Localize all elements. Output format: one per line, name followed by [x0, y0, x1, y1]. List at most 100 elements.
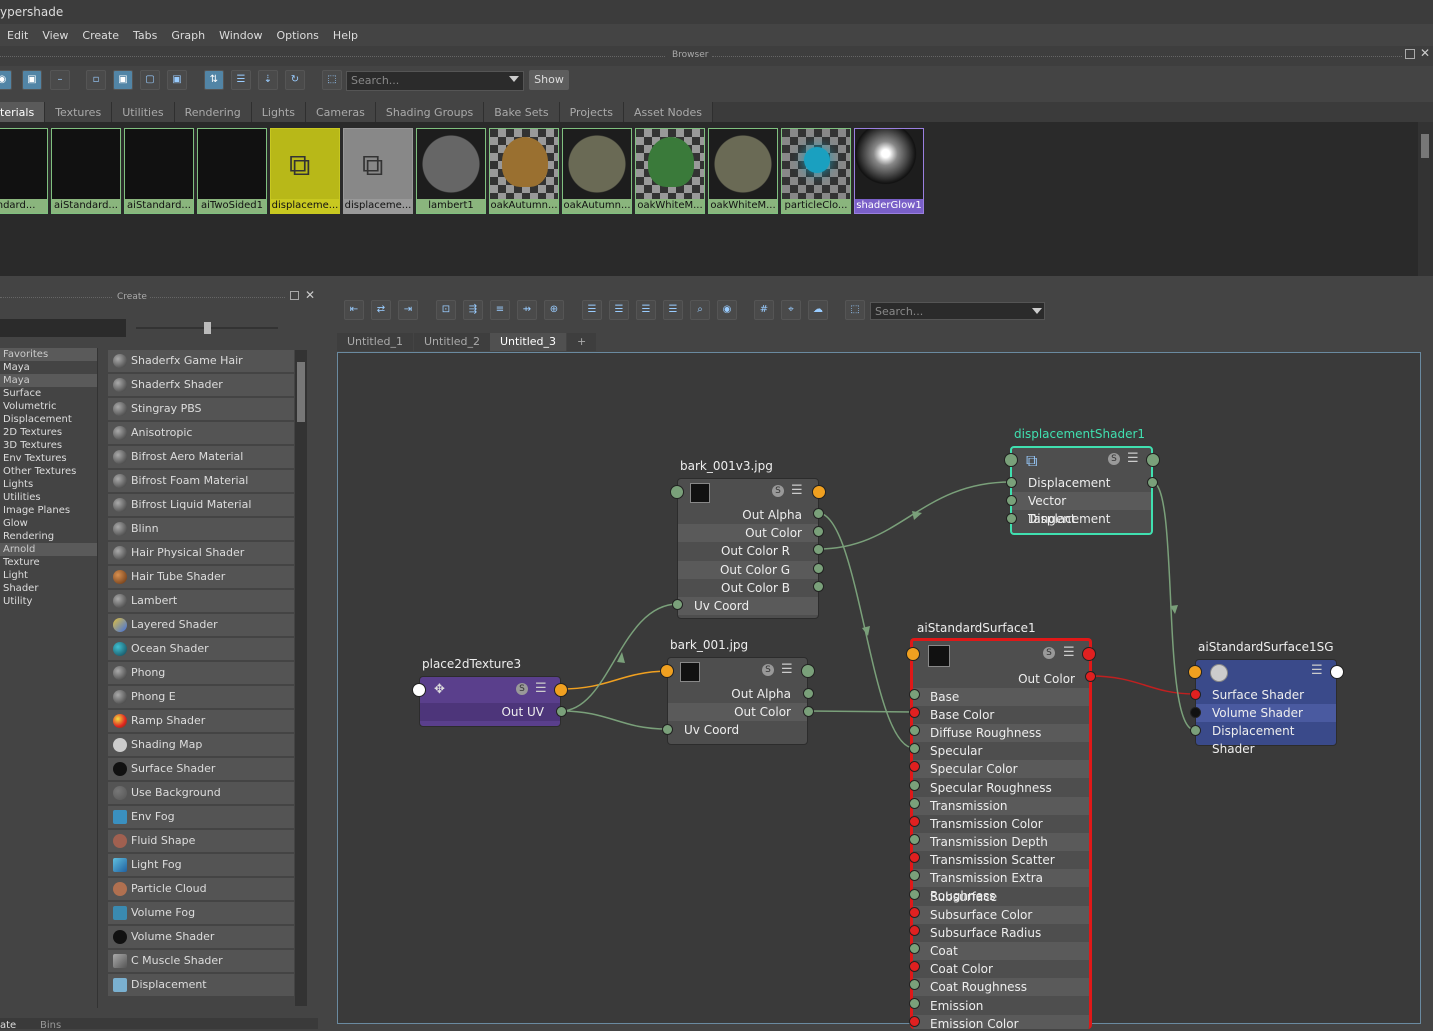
- port-row: Base: [913, 688, 1089, 706]
- port-row: Displacement: [1028, 476, 1111, 490]
- input-port[interactable]: [660, 664, 674, 678]
- port-row: Emission Color: [913, 1015, 1089, 1029]
- output-port[interactable]: [554, 683, 568, 697]
- port-row: Specular: [930, 744, 983, 758]
- attribute-menu-icon[interactable]: ☰: [791, 483, 803, 498]
- input-port[interactable]: [909, 925, 920, 936]
- port-row: Uv Coord: [678, 597, 818, 615]
- port-row: Coat Color: [930, 962, 993, 976]
- output-port[interactable]: [1146, 453, 1160, 467]
- shading-group-node[interactable]: ☰ Surface Shader Volume Shader Displacem…: [1195, 659, 1337, 756]
- input-port[interactable]: [909, 761, 920, 772]
- input-port[interactable]: [909, 689, 920, 700]
- solo-icon[interactable]: S: [1043, 647, 1055, 659]
- input-port[interactable]: [412, 683, 426, 697]
- output-port[interactable]: [813, 563, 824, 574]
- file-node-bark-001[interactable]: S ☰ Out Alpha Out Color Uv Coord: [667, 657, 808, 745]
- input-port[interactable]: [1190, 689, 1201, 700]
- attribute-menu-icon[interactable]: ☰: [781, 662, 793, 677]
- port-row: Displacement Shader: [1212, 724, 1295, 756]
- output-port[interactable]: [801, 664, 815, 678]
- input-port[interactable]: [909, 1016, 920, 1027]
- node-title: aiStandardSurface1SG: [1198, 640, 1334, 654]
- input-port[interactable]: [1006, 495, 1017, 506]
- node-title: aiStandardSurface1: [917, 621, 1036, 635]
- input-port[interactable]: [909, 707, 920, 718]
- port-row: Transmission Extra Roughness: [913, 869, 1089, 903]
- input-port[interactable]: [909, 834, 920, 845]
- texture-thumbnail-icon: [680, 662, 700, 682]
- input-port[interactable]: [1188, 665, 1202, 679]
- attribute-menu-icon[interactable]: ☰: [1063, 645, 1075, 660]
- displacement-shader-node[interactable]: ⧉ S ☰ Displacement Vector Displacement T…: [1010, 446, 1153, 535]
- input-port[interactable]: [1006, 477, 1017, 488]
- input-port[interactable]: [909, 979, 920, 990]
- port-row: Subsurface Color: [913, 906, 1089, 924]
- solo-icon[interactable]: S: [516, 683, 528, 695]
- input-port[interactable]: [1004, 453, 1018, 467]
- port-row: Out Alpha: [742, 508, 802, 522]
- port-row: Out Color: [1018, 672, 1075, 686]
- attribute-menu-icon[interactable]: ☰: [535, 681, 547, 696]
- port-row: Diffuse Roughness: [913, 724, 1089, 742]
- port-row: Out Color: [678, 524, 818, 542]
- node-title: bark_001.jpg: [670, 638, 749, 652]
- input-port[interactable]: [906, 647, 920, 661]
- output-port[interactable]: [1082, 647, 1096, 661]
- output-port[interactable]: [803, 706, 814, 717]
- input-port[interactable]: [909, 725, 920, 736]
- input-port[interactable]: [909, 943, 920, 954]
- port-row: Surface Shader: [1212, 688, 1305, 702]
- input-port[interactable]: [909, 961, 920, 972]
- port-row: Subsurface: [930, 890, 998, 904]
- input-port[interactable]: [909, 889, 920, 900]
- output-port[interactable]: [556, 706, 567, 717]
- port-row: Vector Displacement: [1012, 492, 1151, 526]
- input-port[interactable]: [1190, 707, 1201, 718]
- input-port[interactable]: [1190, 725, 1201, 736]
- output-port[interactable]: [813, 581, 824, 592]
- ai-standard-surface-node[interactable]: S ☰ Out Color Base Base Color Diffuse Ro…: [910, 638, 1092, 1029]
- port-row: Transmission Scatter: [930, 853, 1055, 867]
- input-port[interactable]: [909, 798, 920, 809]
- input-port[interactable]: [909, 870, 920, 881]
- output-port[interactable]: [1330, 665, 1344, 679]
- port-row: Out Color: [668, 703, 807, 721]
- node-title: bark_001v3.jpg: [680, 459, 773, 473]
- file-node-bark-001v3[interactable]: S ☰ Out Alpha Out Color Out Color R Out …: [677, 478, 819, 619]
- port-row: Coat Roughness: [913, 978, 1089, 996]
- input-port[interactable]: [909, 780, 920, 791]
- place2d-texture-node[interactable]: ✥ S ☰ Out UV: [419, 676, 561, 727]
- output-port[interactable]: [813, 526, 824, 537]
- port-row: Coat: [913, 942, 1089, 960]
- output-port[interactable]: [813, 544, 824, 555]
- node-title: place2dTexture3: [422, 657, 522, 671]
- displacement-icon: ⧉: [1026, 451, 1038, 470]
- port-row: Specular Roughness: [930, 781, 1052, 795]
- attribute-menu-icon[interactable]: ☰: [1311, 663, 1323, 678]
- port-row: Out UV: [420, 703, 560, 721]
- solo-icon[interactable]: S: [1108, 453, 1120, 465]
- solo-icon[interactable]: S: [762, 664, 774, 676]
- input-port[interactable]: [909, 816, 920, 827]
- place2d-icon: ✥: [434, 682, 445, 697]
- port-row: Base Color: [930, 708, 995, 722]
- solo-icon[interactable]: S: [772, 485, 784, 497]
- input-port[interactable]: [662, 724, 673, 735]
- input-port[interactable]: [909, 852, 920, 863]
- shading-group-icon: [1210, 664, 1228, 682]
- input-port[interactable]: [909, 998, 920, 1009]
- output-port[interactable]: [813, 508, 824, 519]
- input-port[interactable]: [909, 743, 920, 754]
- input-port[interactable]: [672, 599, 683, 610]
- input-port[interactable]: [1006, 513, 1017, 524]
- attribute-menu-icon[interactable]: ☰: [1127, 451, 1139, 466]
- input-port[interactable]: [909, 907, 920, 918]
- input-port[interactable]: [670, 485, 684, 499]
- output-port[interactable]: [812, 485, 826, 499]
- output-port[interactable]: [1085, 671, 1096, 682]
- output-port[interactable]: [803, 688, 814, 699]
- output-port[interactable]: [1147, 477, 1158, 488]
- port-row: Emission: [930, 999, 984, 1013]
- node-title: displacementShader1: [1014, 427, 1146, 441]
